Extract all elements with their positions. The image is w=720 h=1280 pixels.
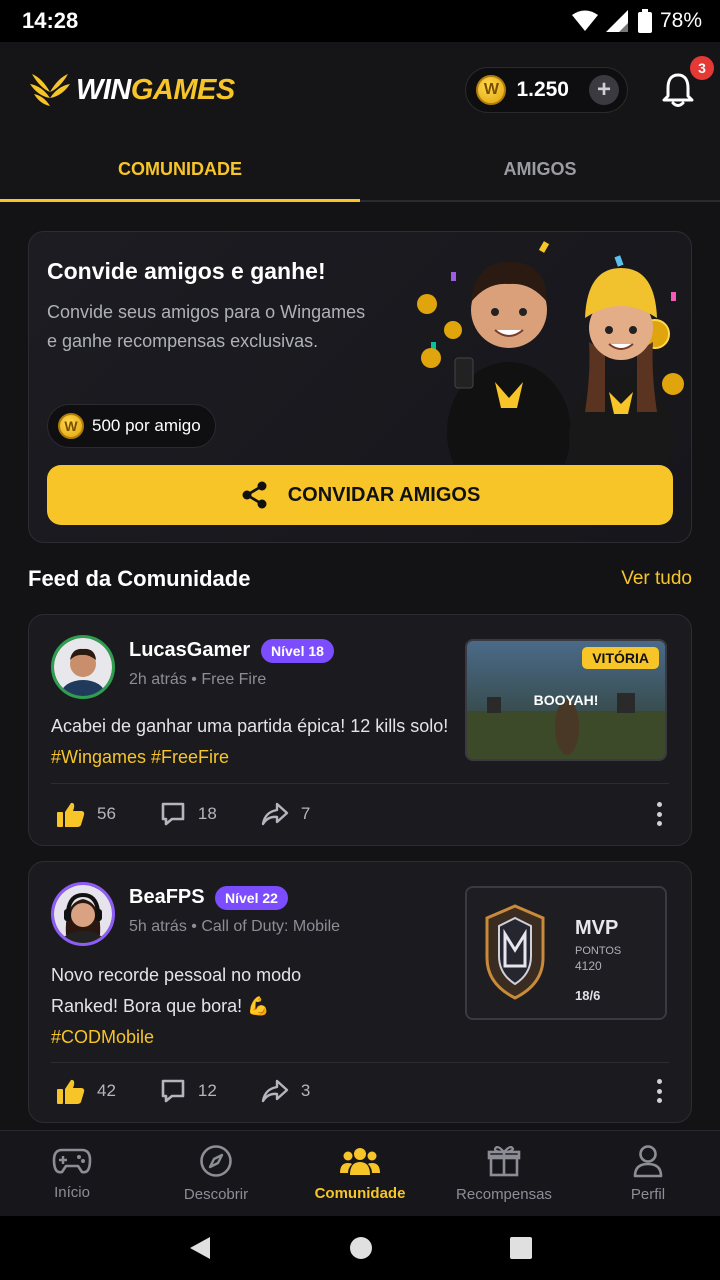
comment-icon bbox=[161, 802, 185, 826]
nav-comunidade[interactable]: Comunidade bbox=[288, 1131, 432, 1216]
coin-balance-value: 1.250 bbox=[516, 78, 569, 101]
nav-inicio[interactable]: Início bbox=[0, 1131, 144, 1216]
comment-button[interactable]: 12 bbox=[160, 1078, 217, 1104]
like-button[interactable]: 56 bbox=[57, 801, 116, 827]
gamepad-icon bbox=[52, 1148, 92, 1174]
status-bar: 14:28 78% bbox=[0, 0, 720, 42]
level-badge: Nível 18 bbox=[261, 639, 334, 663]
post-username[interactable]: BeaFPS bbox=[129, 886, 205, 909]
feed-post: LucasGamer Nível 18 2h atrás • Free Fire… bbox=[28, 614, 692, 846]
post-text: Acabei de ganhar uma partida épica! 12 k… bbox=[51, 711, 448, 773]
share-icon bbox=[242, 481, 267, 509]
see-all-link[interactable]: Ver tudo bbox=[621, 568, 692, 590]
thumbs-up-icon bbox=[57, 802, 85, 827]
share-post-button[interactable]: 3 bbox=[261, 1079, 310, 1103]
feed-title: Feed da Comunidade bbox=[28, 566, 251, 591]
reward-text: 500 por amigo bbox=[92, 416, 201, 435]
status-time: 14:28 bbox=[22, 8, 79, 33]
thumbs-up-icon bbox=[57, 1079, 85, 1104]
comment-button[interactable]: 18 bbox=[160, 801, 217, 827]
signal-icon bbox=[605, 10, 628, 32]
avatar[interactable] bbox=[51, 882, 115, 946]
recents-icon[interactable] bbox=[509, 1237, 532, 1259]
back-icon[interactable] bbox=[188, 1235, 212, 1261]
app-header: WINGAMES W 1.250 + 3 bbox=[0, 42, 720, 138]
home-icon[interactable] bbox=[349, 1236, 373, 1260]
share-count: 7 bbox=[300, 804, 311, 823]
like-button[interactable]: 42 bbox=[57, 1078, 116, 1104]
nav-perfil[interactable]: Perfil bbox=[576, 1131, 720, 1216]
notification-badge: 3 bbox=[690, 56, 714, 80]
share-count: 3 bbox=[300, 1081, 311, 1100]
post-meta: 5h atrás • Call of Duty: Mobile bbox=[129, 918, 341, 935]
coin-balance[interactable]: W 1.250 + bbox=[465, 67, 628, 113]
wifi-icon bbox=[571, 10, 598, 31]
battery-icon bbox=[637, 9, 652, 33]
status-icons: 78% bbox=[571, 9, 702, 33]
profile-icon bbox=[633, 1145, 663, 1178]
more-options-button[interactable] bbox=[649, 1076, 669, 1106]
like-count: 42 bbox=[97, 1081, 116, 1100]
wingames-logo[interactable]: WINGAMES bbox=[28, 68, 235, 112]
coin-icon: W bbox=[58, 413, 84, 439]
share-arrow-icon bbox=[261, 802, 289, 826]
friends-illustration bbox=[417, 241, 684, 464]
tab-amigos[interactable]: AMIGOS bbox=[360, 138, 720, 200]
post-image-caption: BOOYAH! bbox=[534, 692, 599, 708]
post-hashtags[interactable]: #CODMobile bbox=[51, 1022, 301, 1053]
nav-label: Comunidade bbox=[314, 1185, 406, 1202]
share-arrow-icon bbox=[261, 1079, 289, 1103]
level-badge: Nível 22 bbox=[215, 886, 288, 910]
system-navigation-bar bbox=[0, 1216, 720, 1280]
coin-icon: W bbox=[476, 75, 507, 105]
invite-description: Convide seus amigos para o Wingames e ga… bbox=[47, 302, 366, 351]
compass-icon bbox=[200, 1145, 232, 1177]
feed-header: Feed da Comunidade Ver tudo bbox=[28, 566, 692, 592]
victory-badge: VITÓRIA bbox=[582, 647, 659, 669]
invite-friends-button[interactable]: CONVIDAR AMIGOS bbox=[47, 465, 673, 525]
notifications-button[interactable]: 3 bbox=[658, 56, 714, 110]
share-post-button[interactable]: 7 bbox=[261, 802, 310, 826]
comment-count: 12 bbox=[197, 1081, 217, 1100]
post-username[interactable]: LucasGamer bbox=[129, 639, 250, 662]
nav-label: Recompensas bbox=[456, 1186, 552, 1203]
invite-title: Convide amigos e ganhe! bbox=[47, 258, 326, 284]
points-value: 4120 bbox=[575, 959, 602, 973]
post-hashtags[interactable]: #Wingames #FreeFire bbox=[51, 742, 448, 773]
nav-label: Perfil bbox=[630, 1186, 666, 1203]
reward-chip: W 500 por amigo bbox=[47, 404, 216, 448]
comment-count: 18 bbox=[197, 804, 217, 823]
nav-descobrir[interactable]: Descobrir bbox=[144, 1131, 288, 1216]
avatar[interactable] bbox=[51, 635, 115, 699]
logo-wordmark: WINGAMES bbox=[76, 73, 235, 106]
post-text: Novo recorde pessoal no modo Ranked! Bor… bbox=[51, 960, 301, 1053]
battery-percent: 78% bbox=[659, 9, 702, 32]
mvp-title: MVP bbox=[575, 917, 618, 939]
bottom-navigation: Início Descobrir Comunidade Recompensas … bbox=[0, 1130, 720, 1216]
tab-bar: COMUNIDADE AMIGOS bbox=[0, 138, 720, 202]
comment-icon bbox=[161, 1079, 185, 1103]
gift-icon bbox=[487, 1145, 521, 1177]
post-image[interactable]: MVP PONTOS 4120 18/6 bbox=[465, 886, 667, 1020]
nav-label: Início bbox=[54, 1184, 90, 1201]
kd-value: 18/6 bbox=[575, 988, 600, 1003]
post-meta: 2h atrás • Free Fire bbox=[129, 671, 267, 688]
points-label: PONTOS bbox=[575, 945, 621, 957]
invite-button-label: CONVIDAR AMIGOS bbox=[287, 483, 481, 506]
add-coins-button[interactable]: + bbox=[589, 75, 619, 105]
invite-friends-card: Convide amigos e ganhe! Convide seus ami… bbox=[28, 231, 692, 543]
tab-comunidade[interactable]: COMUNIDADE bbox=[0, 138, 360, 202]
post-image[interactable]: BOOYAH! VITÓRIA bbox=[465, 639, 667, 761]
wings-logo-icon bbox=[30, 74, 70, 106]
more-options-button[interactable] bbox=[649, 799, 669, 829]
community-icon bbox=[340, 1148, 380, 1175]
like-count: 56 bbox=[97, 804, 116, 823]
bell-icon bbox=[662, 73, 694, 107]
nav-recompensas[interactable]: Recompensas bbox=[432, 1131, 576, 1216]
nav-label: Descobrir bbox=[183, 1186, 249, 1203]
feed-post: BeaFPS Nível 22 5h atrás • Call of Duty:… bbox=[28, 861, 692, 1123]
